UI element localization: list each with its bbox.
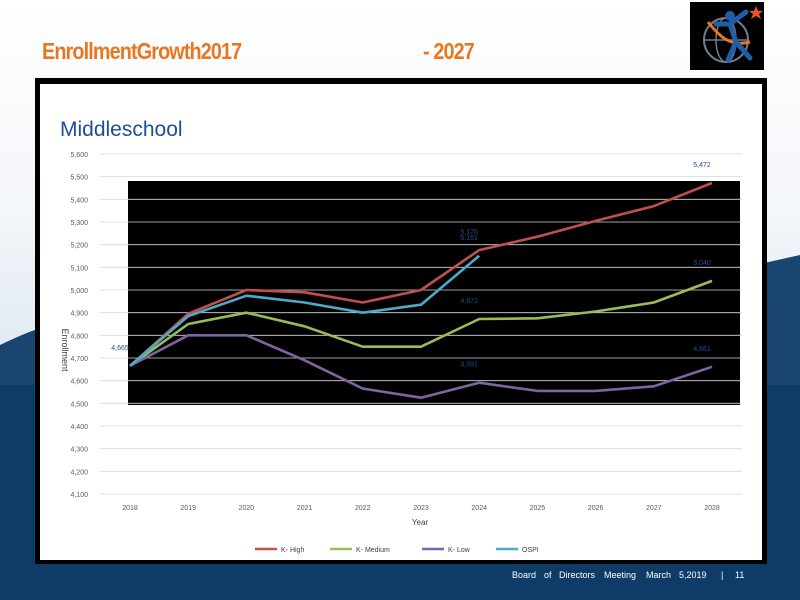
y-tick-label: 4,400	[70, 424, 88, 431]
enrollment-chart: Middleschool 4,100 4,200 4,300 4,400 4,500 4,…	[60, 118, 742, 554]
footer-meeting: Meeting	[604, 570, 637, 580]
footer-separator: |	[721, 570, 724, 580]
x-tick-label: 2018	[122, 505, 138, 512]
data-label: 4,591	[460, 362, 478, 369]
y-tick-label: 4,700	[70, 356, 88, 363]
data-label: 4,661	[693, 346, 711, 353]
legend-label: K- Low	[448, 547, 471, 554]
x-tick-label: 2023	[413, 505, 429, 512]
slide-title: EnrollmentGrowth2017	[42, 38, 242, 64]
legend-label: K- Medium	[356, 547, 390, 554]
y-tick-label: 5,300	[70, 220, 88, 227]
y-axis-label: Enrollment	[60, 328, 70, 372]
data-label: 5,040	[693, 260, 711, 267]
x-tick-label: 2026	[588, 505, 604, 512]
x-tick-label: 2024	[471, 505, 487, 512]
data-label: 5,472	[693, 162, 711, 169]
organization-logo	[690, 2, 764, 70]
page-number: 11	[735, 570, 745, 580]
y-tick-label: 5,400	[70, 197, 88, 204]
y-tick-label: 4,200	[70, 469, 88, 476]
x-tick-label: 2019	[180, 505, 196, 512]
y-tick-label: 5,100	[70, 265, 88, 272]
y-tick-label: 4,100	[70, 492, 88, 499]
x-axis-label: Year	[412, 518, 429, 527]
x-tick-label: 2021	[297, 505, 313, 512]
y-tick-label: 4,300	[70, 447, 88, 454]
footer-directors: Directors	[559, 570, 596, 580]
footer-date: 5,2019	[679, 570, 707, 580]
y-tick-label: 5,600	[70, 152, 88, 159]
data-label: 4,872	[460, 298, 478, 305]
y-tick-label: 5,200	[70, 243, 88, 250]
slide-title-years: - 2027	[423, 38, 475, 64]
x-tick-label: 2027	[646, 505, 662, 512]
y-tick-label: 4,900	[70, 311, 88, 318]
legend-label: K- High	[281, 547, 304, 554]
x-tick-label: 2028	[704, 505, 720, 512]
x-tick-label: 2022	[355, 505, 371, 512]
x-tick-label: 2020	[239, 505, 255, 512]
y-tick-label: 4,800	[70, 333, 88, 340]
x-tick-label: 2025	[530, 505, 546, 512]
y-tick-label: 4,600	[70, 379, 88, 386]
y-tick-label: 5,500	[70, 175, 88, 182]
data-label: 5,151	[460, 235, 478, 242]
footer-month: March	[646, 570, 672, 580]
y-tick-label: 4,500	[70, 401, 88, 408]
legend-label: OSPI	[522, 547, 539, 554]
data-label: 4,665	[111, 345, 129, 352]
y-tick-label: 5,000	[70, 288, 88, 295]
chart-title: Middleschool	[60, 118, 183, 141]
footer-org: Board	[512, 570, 537, 580]
footer-of: of	[544, 570, 552, 580]
